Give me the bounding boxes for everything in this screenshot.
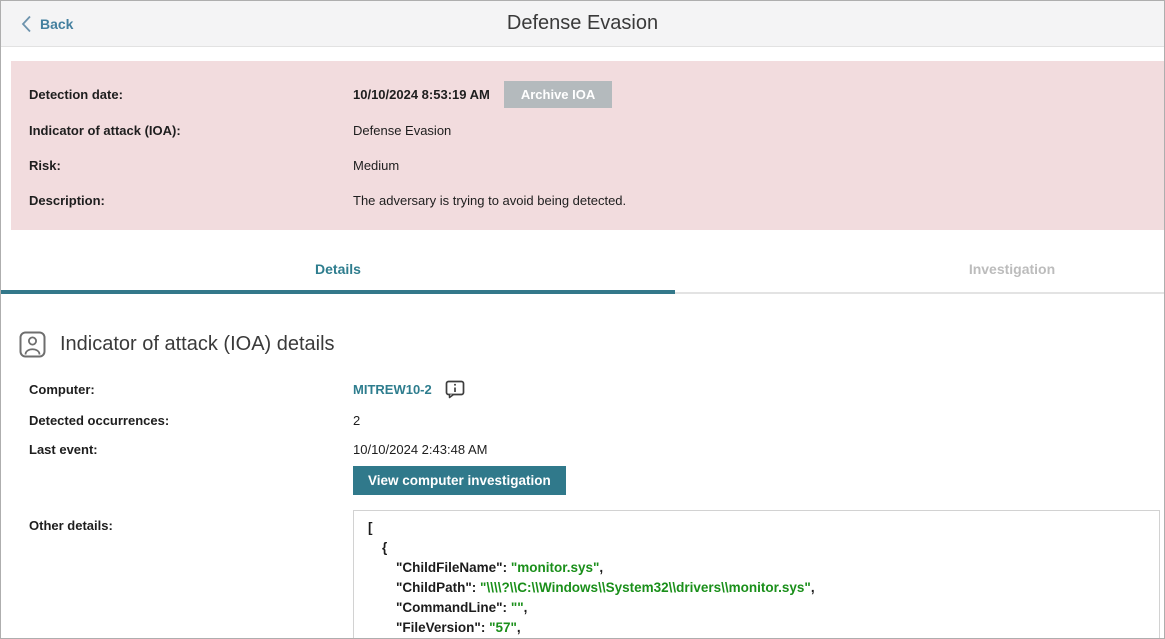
page-title: Defense Evasion xyxy=(1,12,1164,35)
ioa-summary-panel: Detection date: 10/10/2024 8:53:19 AM Ar… xyxy=(11,61,1164,230)
back-button[interactable]: Back xyxy=(21,15,73,33)
code-line: "ChildFileName": "monitor.sys", xyxy=(368,558,1145,578)
summary-row-detection-date: Detection date: 10/10/2024 8:53:19 AM Ar… xyxy=(29,81,1146,108)
code-line: [ xyxy=(368,518,1145,538)
user-badge-icon xyxy=(19,331,46,358)
computer-link[interactable]: MITREW10-2 xyxy=(353,382,432,397)
description-value: The adversary is trying to avoid being d… xyxy=(353,193,626,208)
occurrences-label: Detected occurrences: xyxy=(29,413,353,428)
investigation-button-row: View computer investigation xyxy=(29,471,1164,498)
description-label: Description: xyxy=(29,193,353,208)
ioa-detail-page: Back Defense Evasion Detection date: 10/… xyxy=(0,0,1165,639)
risk-value: Medium xyxy=(353,158,399,173)
code-line: "CommandLine": "", xyxy=(368,598,1145,618)
view-computer-investigation-button[interactable]: View computer investigation xyxy=(353,466,566,495)
last-event-value: 10/10/2024 2:43:48 AM xyxy=(353,442,487,457)
ioa-label: Indicator of attack (IOA): xyxy=(29,123,353,138)
risk-label: Risk: xyxy=(29,158,353,173)
last-event-row: Last event: 10/10/2024 2:43:48 AM xyxy=(29,442,1164,457)
code-line: "FileVersion": "57", xyxy=(368,618,1145,638)
back-label: Back xyxy=(40,16,73,32)
other-details-row: Other details: [{"ChildFileName": "monit… xyxy=(29,514,1164,639)
ioa-details-section: Indicator of attack (IOA) details Comput… xyxy=(1,331,1164,639)
computer-row: Computer: MITREW10-2 xyxy=(29,380,1164,399)
other-details-json[interactable]: [{"ChildFileName": "monitor.sys","ChildP… xyxy=(353,510,1160,639)
section-title: Indicator of attack (IOA) details xyxy=(60,333,335,356)
tab-bar: Details Investigation xyxy=(1,230,1165,294)
tab-investigation[interactable]: Investigation xyxy=(675,249,1165,294)
detection-date-label: Detection date: xyxy=(29,87,353,102)
tab-details[interactable]: Details xyxy=(1,249,675,294)
occurrences-value: 2 xyxy=(353,413,360,428)
summary-row-ioa: Indicator of attack (IOA): Defense Evasi… xyxy=(29,117,1146,143)
other-details-label: Other details: xyxy=(29,514,353,533)
last-event-label: Last event: xyxy=(29,442,353,457)
code-line: "ChildPath": "\\\\?\\C:\\Windows\\System… xyxy=(368,578,1145,598)
archive-ioa-button[interactable]: Archive IOA xyxy=(504,81,612,108)
top-bar: Back Defense Evasion xyxy=(1,1,1164,47)
computer-label: Computer: xyxy=(29,382,353,397)
summary-row-description: Description: The adversary is trying to … xyxy=(29,187,1146,213)
detection-date-value: 10/10/2024 8:53:19 AM xyxy=(353,87,490,102)
occurrences-row: Detected occurrences: 2 xyxy=(29,413,1164,428)
chevron-left-icon xyxy=(21,15,32,33)
info-bubble-icon[interactable] xyxy=(445,380,466,399)
ioa-value: Defense Evasion xyxy=(353,123,451,138)
section-header: Indicator of attack (IOA) details xyxy=(19,331,1164,358)
code-line: { xyxy=(368,538,1145,558)
summary-row-risk: Risk: Medium xyxy=(29,152,1146,178)
